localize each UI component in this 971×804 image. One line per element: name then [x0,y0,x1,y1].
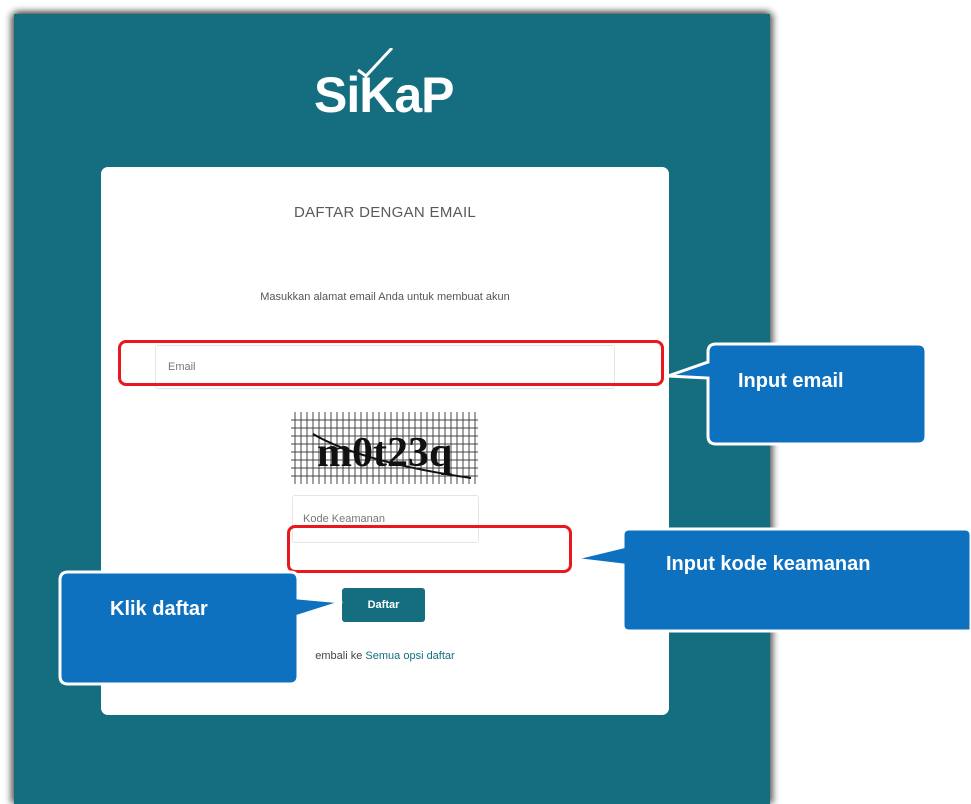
instruction-text: Masukkan alamat email Anda untuk membuat… [260,291,510,303]
input-code-callout-text: Input kode keamanan [666,553,871,575]
input-email-callout [667,342,928,446]
captcha-text: m0t23q [317,430,452,476]
click-daftar-callout [58,570,343,686]
email-highlight [118,340,664,386]
captcha-image: m0t23q [291,412,478,484]
input-code-callout [572,527,971,633]
logo-text: SiKaP [314,67,455,123]
click-daftar-callout-text: Klik daftar [110,598,208,620]
all-register-options-link[interactable]: Semua opsi daftar [365,650,454,662]
daftar-button[interactable]: Daftar [342,588,425,622]
security-code-highlight [287,525,572,573]
input-email-callout-text: Input email [738,370,844,392]
page-title: DAFTAR DENGAN EMAIL [293,204,477,221]
sikap-logo: SiKaP [314,48,494,130]
